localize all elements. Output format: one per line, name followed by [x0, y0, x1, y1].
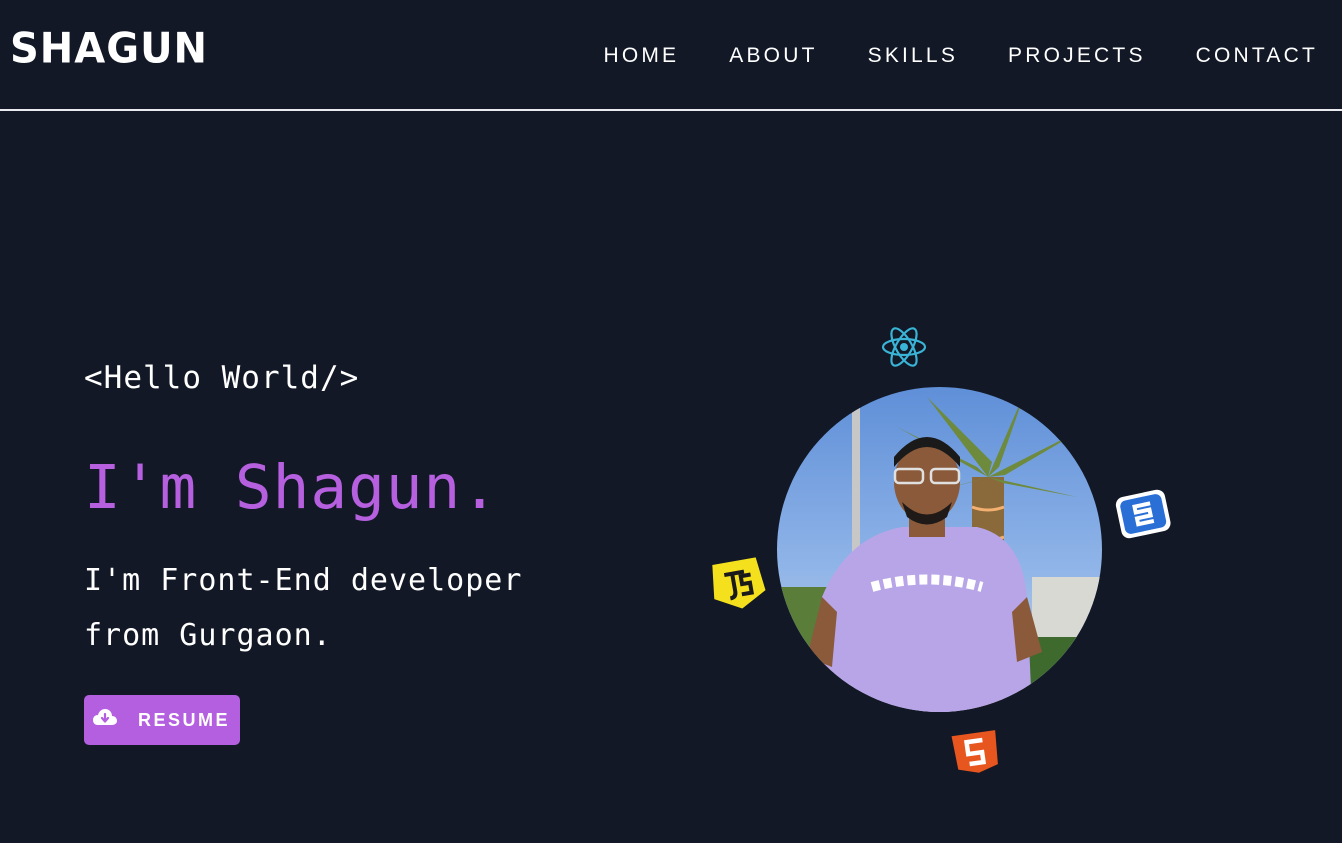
- site-header: SHAGUN HOME ABOUT SKILLS PROJECTS CONTAC…: [0, 0, 1342, 111]
- hero-tagline: I'm Front-End developer from Gurgaon.: [84, 563, 523, 653]
- react-icon: [880, 322, 928, 376]
- profile-photo: [777, 387, 1102, 712]
- html5-icon: [948, 727, 1004, 781]
- nav-about[interactable]: ABOUT: [729, 44, 817, 68]
- nav-projects[interactable]: PROJECTS: [1008, 44, 1146, 68]
- nav-home[interactable]: HOME: [603, 44, 679, 68]
- resume-button[interactable]: RESUME: [84, 695, 240, 745]
- hero-name: I'm Shagun.: [84, 452, 499, 523]
- nav-contact[interactable]: CONTACT: [1196, 44, 1318, 68]
- site-logo[interactable]: SHAGUN: [10, 25, 208, 73]
- css3-icon: [1112, 485, 1174, 545]
- nav-skills[interactable]: SKILLS: [868, 44, 958, 68]
- hello-greeting: <Hello World/>: [84, 360, 360, 396]
- resume-label: RESUME: [138, 709, 231, 730]
- javascript-icon: [706, 555, 768, 617]
- main-nav: HOME ABOUT SKILLS PROJECTS CONTACT: [553, 44, 1318, 68]
- cloud-download-icon: [92, 707, 118, 733]
